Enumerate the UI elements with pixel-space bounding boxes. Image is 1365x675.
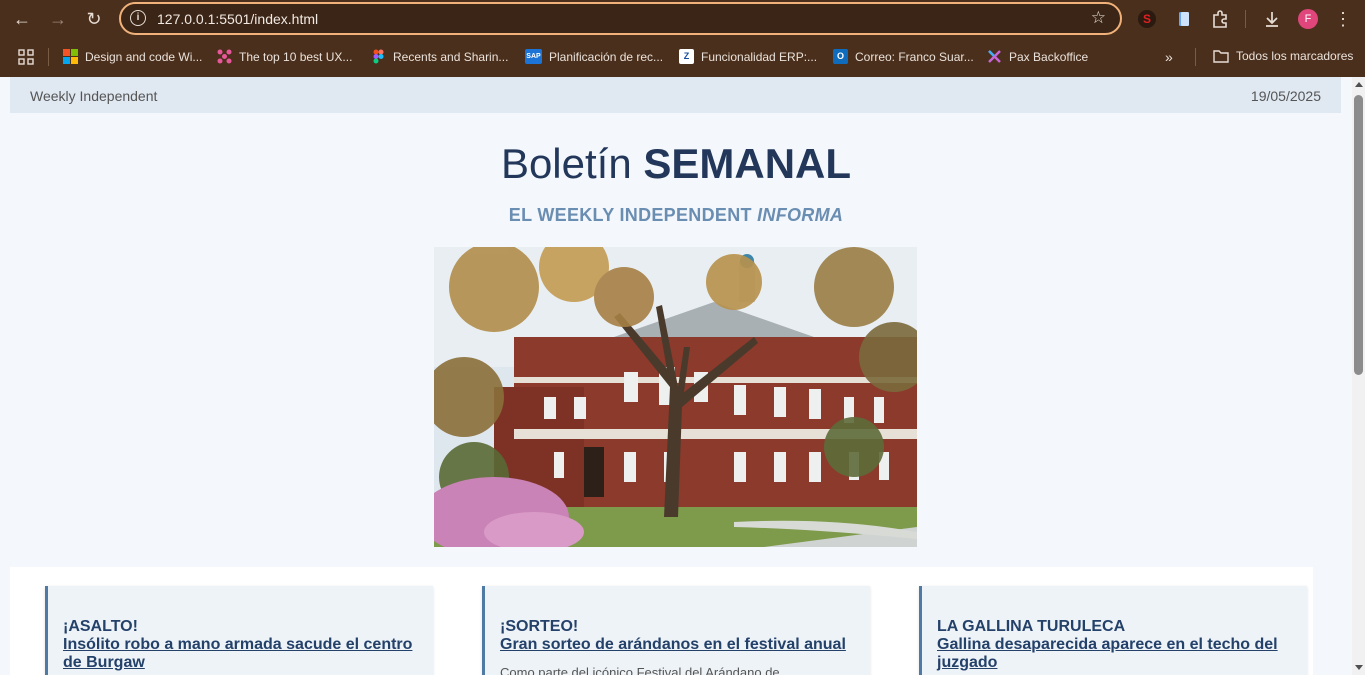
browser-chrome: ← → ↻ i 127.0.0.1:5501/index.html ☆ S F … <box>0 0 1365 77</box>
article-card: LA GALLINA TURULECA Gallina desaparecida… <box>919 586 1307 675</box>
outlook-icon: O <box>833 49 848 64</box>
extension-doc-icon[interactable] <box>1174 9 1194 29</box>
articles-section: ¡ASALTO! Insólito robo a mano armada sac… <box>10 567 1313 675</box>
download-icon[interactable] <box>1262 9 1282 29</box>
extension-s-icon[interactable]: S <box>1137 9 1157 29</box>
page-subtitle: EL WEEKLY INDEPENDENT INFORMA <box>0 205 1352 226</box>
article-excerpt: Como parte del icónico Festival del Arán… <box>500 665 780 675</box>
browser-toolbar: ← → ↻ i 127.0.0.1:5501/index.html ☆ S F … <box>0 0 1365 38</box>
bookmark-item[interactable]: Design and code Wi... <box>63 49 202 64</box>
article-title-link[interactable]: Gallina desaparecida aparece en el techo… <box>937 636 1293 672</box>
bookmark-label: Design and code Wi... <box>85 49 203 64</box>
all-bookmarks-label: Todos los marcadores <box>1236 49 1354 63</box>
page-title: Boletín SEMANAL <box>0 140 1352 188</box>
issue-date: 19/05/2025 <box>1250 88 1321 104</box>
bookmark-label: Correo: Franco Suar... <box>855 49 974 64</box>
bookmarks-divider <box>1195 48 1196 66</box>
article-card: ¡ASALTO! Insólito robo a mano armada sac… <box>45 586 433 675</box>
page-title-bold: SEMANAL <box>643 140 852 187</box>
pax-icon <box>988 50 1001 63</box>
bookmark-item[interactable]: SAP Planificación de rec... <box>525 49 663 64</box>
page-scrollbar[interactable] <box>1352 77 1365 675</box>
folder-icon <box>1213 50 1229 63</box>
scroll-up-arrow-icon[interactable] <box>1355 82 1363 87</box>
article-title-link[interactable]: Insólito robo a mano armada sacude el ce… <box>63 636 419 672</box>
courthouse-photo <box>434 247 917 547</box>
brand-name: Weekly Independent <box>30 88 158 104</box>
hero-image <box>434 247 917 547</box>
bookmark-item[interactable]: Z Funcionalidad ERP:... <box>679 49 817 64</box>
newsletter-topbar: Weekly Independent 19/05/2025 <box>10 77 1341 113</box>
bookmark-label: Planificación de rec... <box>549 49 664 64</box>
forward-arrow-icon[interactable]: → <box>45 7 71 31</box>
bookmark-label: Recents and Sharin... <box>393 49 509 64</box>
scroll-down-arrow-icon[interactable] <box>1355 665 1363 670</box>
reload-icon[interactable]: ↻ <box>81 7 107 31</box>
bookmarks-divider <box>48 48 49 66</box>
back-arrow-icon[interactable]: ← <box>9 7 35 31</box>
all-bookmarks-button[interactable]: Todos los marcadores <box>1213 49 1353 63</box>
bookmark-item[interactable]: O Correo: Franco Suar... <box>833 49 974 64</box>
site-info-icon[interactable]: i <box>130 10 146 26</box>
sap-icon: SAP <box>525 49 542 64</box>
bookmark-label: Pax Backoffice <box>1009 49 1089 64</box>
extension-s-letter: S <box>1143 12 1151 26</box>
more-bookmarks-chevron-icon[interactable]: » <box>1165 49 1173 65</box>
bookmark-label: The top 10 best UX... <box>239 49 353 64</box>
z-icon: Z <box>679 49 694 64</box>
page-title-light: Boletín <box>500 140 632 187</box>
article-kicker: ¡SORTEO! <box>500 618 579 635</box>
bookmark-label: Funcionalidad ERP:... <box>701 49 818 64</box>
dots-icon <box>217 49 232 64</box>
bookmarks-bar: Design and code Wi... The top 10 best UX… <box>0 38 1365 77</box>
profile-avatar[interactable]: F <box>1298 9 1318 29</box>
bookmark-item[interactable]: Pax Backoffice <box>987 49 1088 64</box>
bookmark-item[interactable]: Recents and Sharin... <box>371 49 508 64</box>
toolbar-divider <box>1245 10 1246 28</box>
article-title-link[interactable]: Gran sorteo de arándanos en el festival … <box>500 636 856 654</box>
kebab-menu-icon[interactable]: ⋮ <box>1333 9 1353 29</box>
article-kicker: ¡ASALTO! <box>63 618 138 635</box>
bookmark-item[interactable]: The top 10 best UX... <box>217 49 352 64</box>
apps-grid-icon[interactable] <box>18 49 34 65</box>
page-viewport: Weekly Independent 19/05/2025 Boletín SE… <box>0 77 1352 675</box>
address-bar[interactable]: i 127.0.0.1:5501/index.html ☆ <box>119 2 1122 35</box>
article-kicker: LA GALLINA TURULECA <box>937 618 1126 635</box>
subtitle-plain: EL WEEKLY INDEPENDENT <box>508 205 752 225</box>
bookmark-star-icon[interactable]: ☆ <box>1091 8 1106 28</box>
subtitle-emphasis: INFORMA <box>757 205 844 225</box>
scrollbar-thumb[interactable] <box>1354 95 1363 375</box>
microsoft-icon <box>63 49 78 64</box>
extensions-puzzle-icon[interactable] <box>1210 9 1230 29</box>
address-url[interactable]: 127.0.0.1:5501/index.html <box>157 11 318 27</box>
figma-icon <box>373 49 384 64</box>
article-card: ¡SORTEO! Gran sorteo de arándanos en el … <box>482 586 870 675</box>
